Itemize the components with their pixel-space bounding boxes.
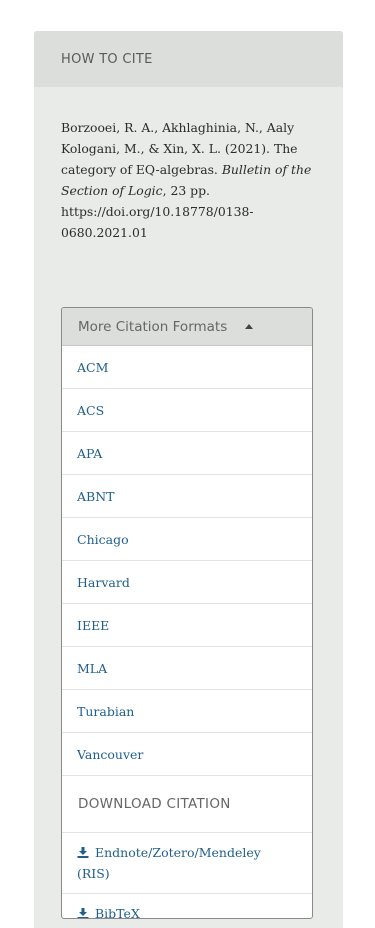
format-harvard[interactable]: Harvard bbox=[62, 561, 312, 604]
download-icon bbox=[77, 908, 89, 918]
download-bibtex-label: BibTeX bbox=[95, 906, 140, 919]
format-acs[interactable]: ACS bbox=[62, 389, 312, 432]
format-mla[interactable]: MLA bbox=[62, 647, 312, 690]
caret-up-icon bbox=[245, 324, 254, 329]
format-apa[interactable]: APA bbox=[62, 432, 312, 475]
format-ieee[interactable]: IEEE bbox=[62, 604, 312, 647]
more-citation-formats-toggle[interactable]: More Citation Formats bbox=[62, 308, 312, 346]
download-citation-heading: DOWNLOAD CITATION bbox=[78, 796, 231, 812]
toggle-label: More Citation Formats bbox=[78, 318, 228, 335]
download-icon bbox=[77, 847, 89, 858]
format-chicago[interactable]: Chicago bbox=[62, 518, 312, 561]
citation-text: Borzooei, R. A., Akhlaghinia, N., Aaly K… bbox=[61, 117, 323, 243]
citation-formats-dropdown: More Citation Formats ACM ACS APA ABNT C… bbox=[61, 307, 313, 919]
how-to-cite-panel: HOW TO CITE Borzooei, R. A., Akhlaghinia… bbox=[34, 31, 343, 928]
citation-pages: , 23 pp. bbox=[162, 183, 210, 198]
download-ris-link[interactable]: Endnote/Zotero/Mendeley (RIS) bbox=[62, 832, 312, 893]
format-abnt[interactable]: ABNT bbox=[62, 475, 312, 518]
citation-doi: https://doi.org/10.18778/0138-0680.2021.… bbox=[61, 204, 254, 240]
download-ris-label: Endnote/Zotero/Mendeley (RIS) bbox=[77, 845, 261, 881]
format-vancouver[interactable]: Vancouver bbox=[62, 733, 312, 776]
download-bibtex-link[interactable]: BibTeX bbox=[62, 893, 312, 919]
panel-title: HOW TO CITE bbox=[34, 31, 343, 87]
format-turabian[interactable]: Turabian bbox=[62, 690, 312, 733]
format-acm[interactable]: ACM bbox=[62, 346, 312, 389]
